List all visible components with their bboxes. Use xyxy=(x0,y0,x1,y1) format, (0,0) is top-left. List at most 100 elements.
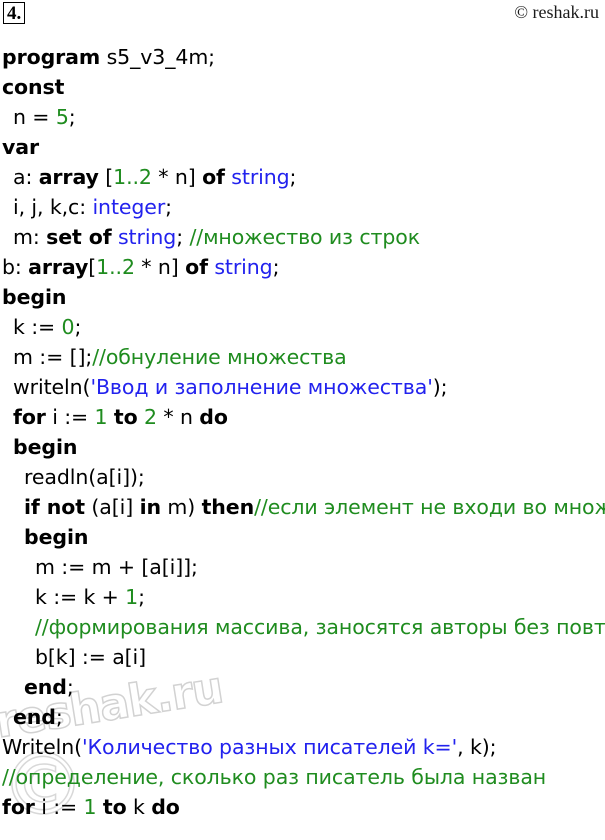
code-line: for i := 1 to 2 * n do xyxy=(0,402,605,432)
code-token-pl: ; xyxy=(55,705,63,729)
code-token-str: 'Ввод и заполнение множества' xyxy=(90,375,433,399)
code-line: b: array[1..2 * n] of string; xyxy=(0,252,605,282)
code-token-kw: var xyxy=(2,135,40,159)
code-token-num: 1 xyxy=(125,585,139,609)
code-token-cmt: //определение, сколько раз писатель была… xyxy=(2,765,547,789)
code-token-kw: for xyxy=(13,405,46,429)
code-token-num: 1 xyxy=(83,795,97,819)
code-line: m := [];//обнуление множества xyxy=(0,342,605,372)
code-token-pl: Writeln( xyxy=(2,735,83,759)
code-token-pl: m: xyxy=(13,225,47,249)
code-line: end; xyxy=(0,702,605,732)
code-token-pl: * n] xyxy=(151,165,203,189)
code-line: //формирования массива, заносятся авторы… xyxy=(0,612,605,642)
code-token-kw: in xyxy=(139,495,162,519)
code-token-kw: begin xyxy=(2,285,67,309)
code-token-kw: begin xyxy=(13,435,78,459)
code-token-kw: if not xyxy=(24,495,85,519)
code-line: n = 5; xyxy=(0,102,605,132)
code-token-num: 1..2 xyxy=(96,255,135,279)
code-token-pl: n = xyxy=(13,105,56,129)
code-line: //определение, сколько раз писатель была… xyxy=(0,762,605,792)
code-token-kw: to xyxy=(113,405,138,429)
code-token-pl: k xyxy=(126,795,152,819)
code-token-pl: * n] xyxy=(134,255,186,279)
code-token-pl: ; xyxy=(289,165,297,189)
code-token-pl: i, j, k,c: xyxy=(13,195,93,219)
code-line: a: array [1..2 * n] of string; xyxy=(0,162,605,192)
code-token-pl: readln(a[i]); xyxy=(24,465,145,489)
code-token-pl: b: xyxy=(2,255,29,279)
code-token-num: 5 xyxy=(55,105,69,129)
code-token-pl: i := xyxy=(45,405,95,429)
code-token-kw: of xyxy=(202,165,225,189)
code-line: Writeln('Количество разных писателей k='… xyxy=(0,732,605,762)
code-token-pl: k := xyxy=(13,315,62,339)
code-token-cmt: //множество из строк xyxy=(189,225,421,249)
code-token-pl: m := []; xyxy=(13,345,93,369)
code-token-num: 1..2 xyxy=(113,165,152,189)
code-token-pl: writeln( xyxy=(13,375,91,399)
code-line: k := k + 1; xyxy=(0,582,605,612)
code-token-num: 2 xyxy=(144,405,157,429)
code-line: end; xyxy=(0,672,605,702)
code-line: b[k] := a[i] xyxy=(0,642,605,672)
code-line: const xyxy=(0,72,605,102)
code-token-kw: for xyxy=(2,795,35,819)
code-line: m := m + [a[i]]; xyxy=(0,552,605,582)
task-number-badge: 4. xyxy=(3,2,26,24)
code-token-pl: i := xyxy=(34,795,84,819)
code-line: m: set of string; //множество из строк xyxy=(0,222,605,252)
code-token-pl: ; xyxy=(272,255,280,279)
code-token-num: 0 xyxy=(61,315,75,339)
code-token-pl: m) xyxy=(160,495,202,519)
code-token-pl: ; xyxy=(165,195,172,219)
code-token-type: integer xyxy=(92,195,166,219)
code-token-kw: do xyxy=(199,405,228,429)
code-token-type: string xyxy=(117,225,177,249)
code-token-kw: begin xyxy=(24,525,89,549)
code-token-cmt: //если элемент не входи во множество xyxy=(254,495,605,519)
code-listing: program s5_v3_4m;const n = 5; var a: array … xyxy=(0,42,605,822)
code-token-pl: (a[i] xyxy=(84,495,140,519)
code-token-pl: b[k] := a[i] xyxy=(35,645,147,669)
code-token-pl: [ xyxy=(98,165,114,189)
code-token-cmt: //обнуление множества xyxy=(92,345,347,369)
code-token-pl: m := m + [a[i]]; xyxy=(35,555,198,579)
code-token-pl: s5_v3_4m; xyxy=(100,45,216,69)
code-token-kw: program xyxy=(2,45,101,69)
code-token-kw: end xyxy=(24,675,67,699)
code-line: for i := 1 to k do xyxy=(0,792,605,822)
code-token-kw: array xyxy=(28,255,89,279)
code-token-num: 1 xyxy=(94,405,108,429)
code-token-kw: const xyxy=(2,75,65,99)
code-token-kw: then xyxy=(201,495,255,519)
code-token-pl: a: xyxy=(13,165,39,189)
code-line: k := 0; xyxy=(0,312,605,342)
code-token-pl: * n xyxy=(156,405,200,429)
code-line: if not (a[i] in m) then//если элемент не… xyxy=(0,492,605,522)
code-token-pl: k := k + xyxy=(35,585,126,609)
code-token-kw: set of xyxy=(46,225,112,249)
code-token-pl: ; xyxy=(138,585,145,609)
page-header: 4. © reshak.ru xyxy=(0,0,605,34)
code-line: begin xyxy=(0,522,605,552)
code-token-kw: end xyxy=(13,705,56,729)
code-token-kw: to xyxy=(102,795,127,819)
code-token-kw: of xyxy=(185,255,208,279)
code-token-pl: ); xyxy=(432,375,448,399)
code-token-str: 'Количество разных писателей k=' xyxy=(82,735,458,759)
code-token-cmt: //формирования массива, заносятся авторы… xyxy=(35,615,605,639)
code-token-pl: [ xyxy=(88,255,97,279)
copyright-notice: © reshak.ru xyxy=(514,2,599,22)
code-token-pl: ; xyxy=(66,675,74,699)
code-line: i, j, k,c: integer; xyxy=(0,192,605,222)
code-token-pl: ; xyxy=(74,315,82,339)
code-line: begin xyxy=(0,282,605,312)
code-token-pl: , k); xyxy=(457,735,497,759)
code-token-type: string xyxy=(214,255,273,279)
code-line: var xyxy=(0,132,605,162)
code-line: program s5_v3_4m; xyxy=(0,42,605,72)
code-line: readln(a[i]); xyxy=(0,462,605,492)
code-token-pl: ; xyxy=(68,105,76,129)
